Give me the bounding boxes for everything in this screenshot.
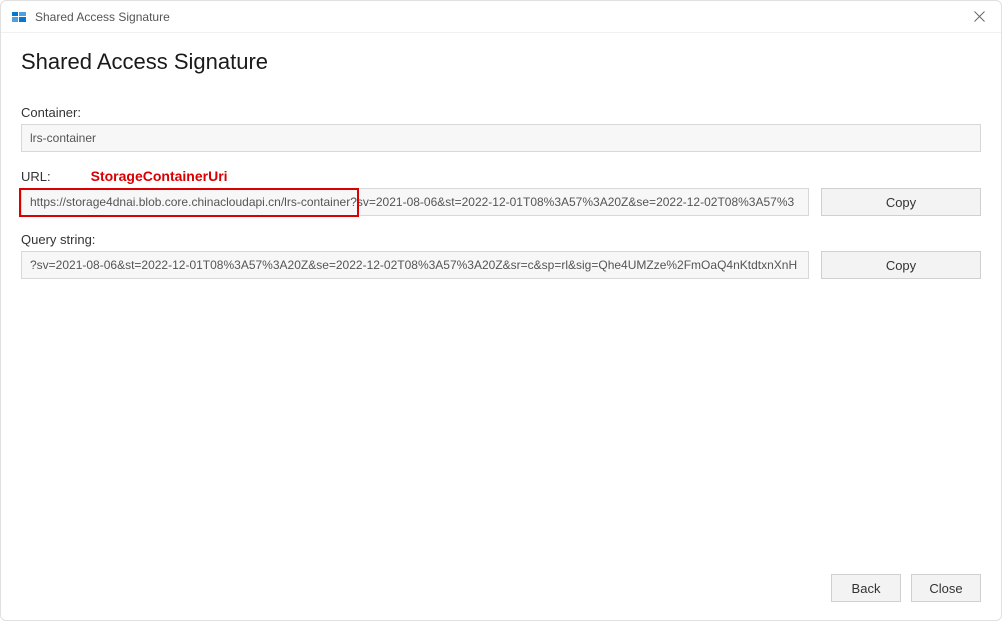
back-button[interactable]: Back: [831, 574, 901, 602]
url-input[interactable]: [21, 188, 809, 216]
query-string-label: Query string:: [21, 232, 95, 247]
close-icon[interactable]: [967, 5, 991, 29]
container-field-group: Container:: [21, 105, 981, 152]
copy-url-button[interactable]: Copy: [821, 188, 981, 216]
query-string-field-group: Query string: Copy: [21, 232, 981, 279]
close-button[interactable]: Close: [911, 574, 981, 602]
container-input[interactable]: [21, 124, 981, 152]
page-heading: Shared Access Signature: [21, 49, 981, 75]
dialog-footer: Back Close: [21, 556, 981, 620]
window-title: Shared Access Signature: [35, 10, 967, 24]
copy-query-string-button[interactable]: Copy: [821, 251, 981, 279]
url-label: URL:: [21, 169, 51, 184]
dialog-content: Shared Access Signature Container: URL: …: [1, 33, 1001, 620]
app-icon: [11, 9, 27, 25]
query-string-input[interactable]: [21, 251, 809, 279]
titlebar: Shared Access Signature: [1, 1, 1001, 33]
url-field-group: URL: StorageContainerUri Copy: [21, 168, 981, 216]
container-label: Container:: [21, 105, 81, 120]
annotation-label: StorageContainerUri: [91, 168, 228, 184]
